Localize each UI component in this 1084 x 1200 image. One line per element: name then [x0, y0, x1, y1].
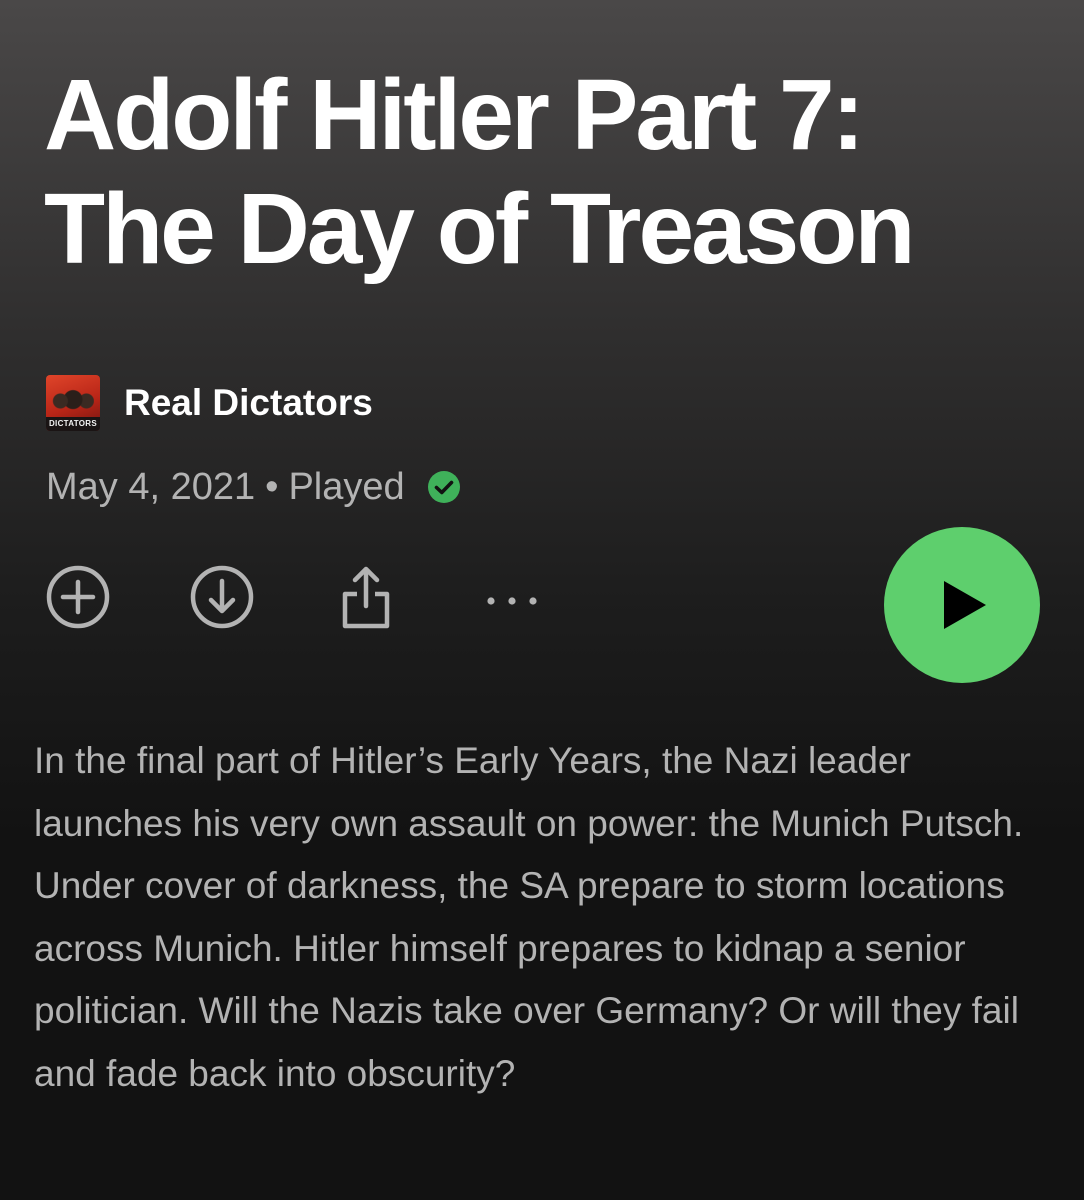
download-button[interactable]	[189, 564, 255, 630]
show-artwork-label: DICTATORS	[46, 417, 100, 431]
meta-separator: •	[265, 465, 279, 508]
download-icon	[190, 565, 254, 629]
episode-meta: May 4, 2021 • Played	[46, 462, 461, 512]
episode-title: Adolf Hitler Part 7: The Day of Treason	[44, 59, 915, 285]
episode-date: May 4, 2021	[46, 465, 256, 508]
play-icon	[944, 581, 986, 629]
more-options-button[interactable]	[479, 564, 545, 630]
episode-description: In the final part of Hitler’s Early Year…	[34, 740, 1024, 1094]
played-check-icon	[427, 471, 460, 503]
add-to-library-button[interactable]	[45, 564, 111, 630]
more-icon	[487, 597, 537, 605]
show-row[interactable]: DICTATORS Real Dictators	[46, 375, 373, 431]
share-icon	[342, 566, 390, 629]
show-artwork[interactable]: DICTATORS	[46, 375, 100, 431]
played-status: Played	[288, 465, 405, 508]
add-circle-icon	[46, 565, 110, 629]
show-name-link[interactable]: Real Dictators	[124, 382, 373, 424]
play-button[interactable]	[884, 527, 1040, 683]
share-button[interactable]	[333, 564, 399, 630]
